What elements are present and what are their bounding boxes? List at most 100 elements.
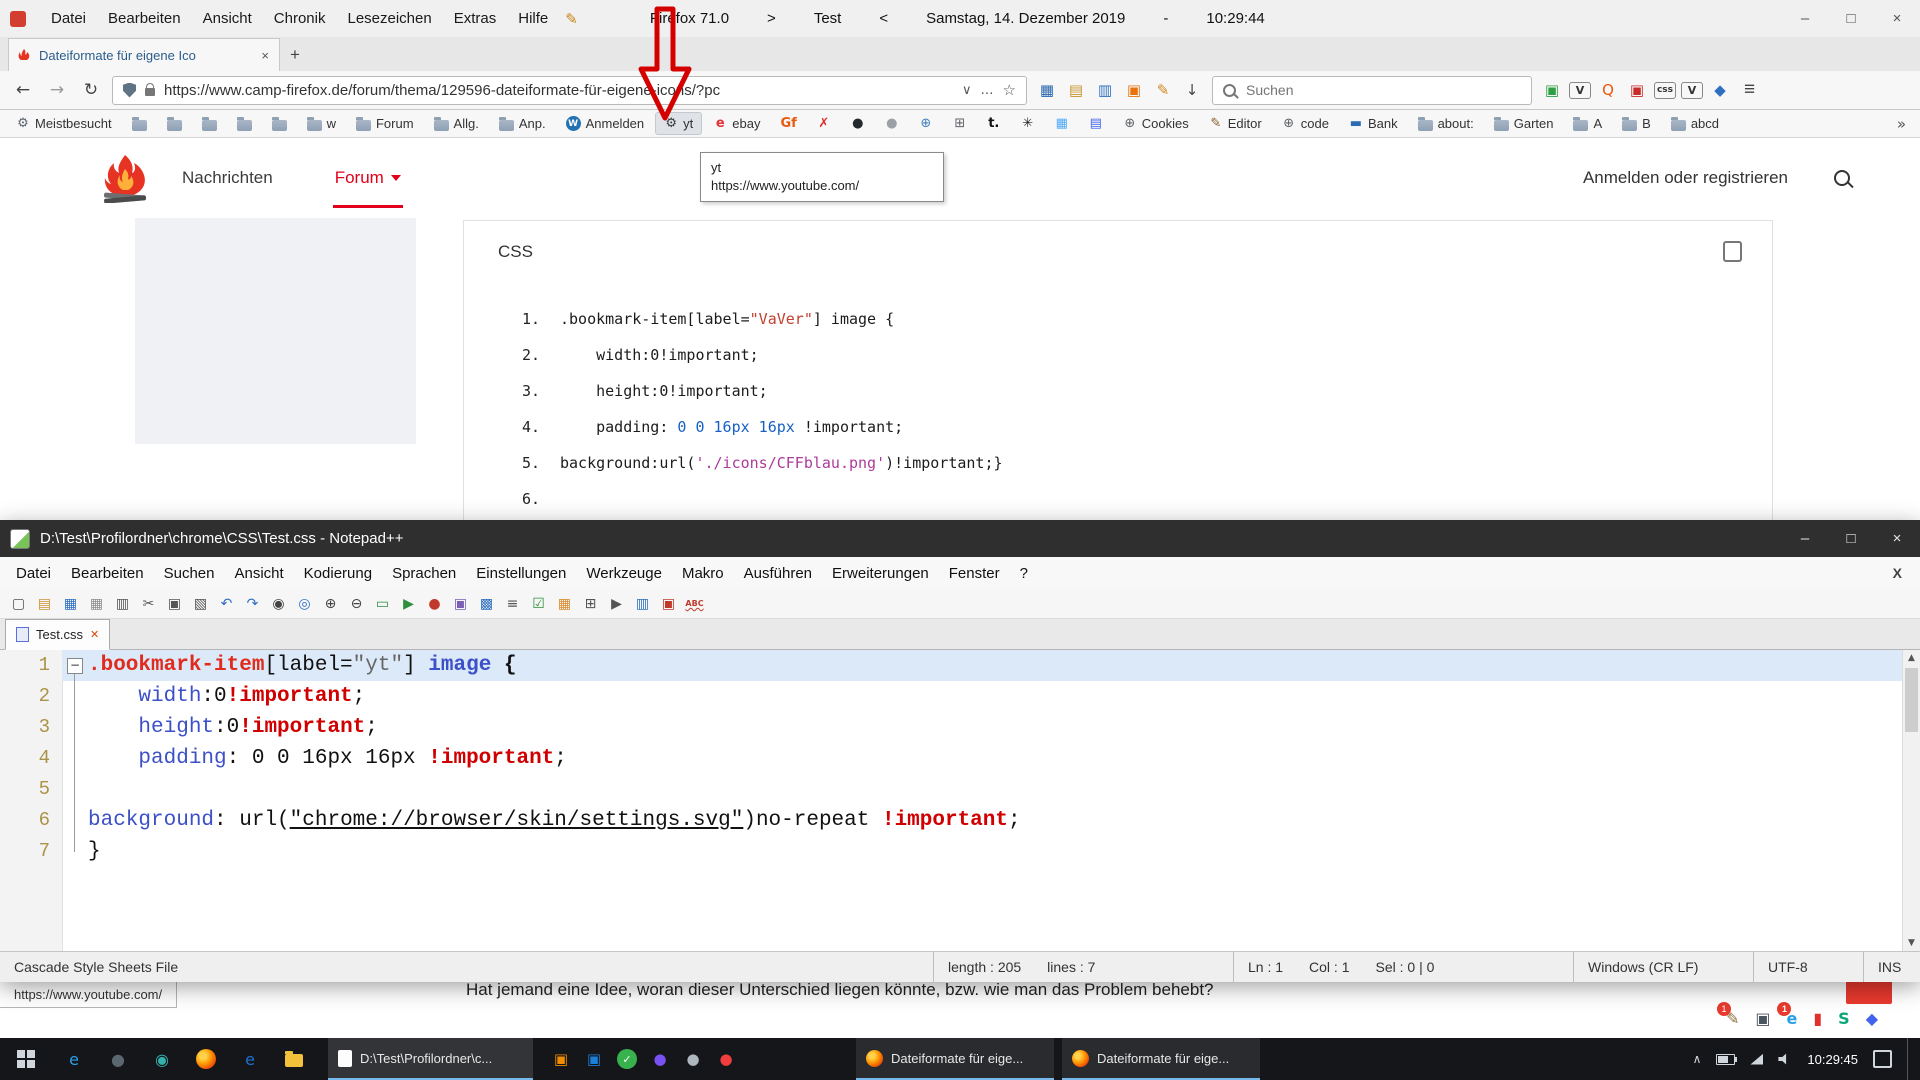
start-button[interactable] bbox=[0, 1038, 52, 1080]
battery-icon[interactable] bbox=[1716, 1054, 1735, 1065]
notepad-menu-item[interactable]: Ansicht bbox=[224, 565, 293, 582]
bookmark-item[interactable]: ✗ bbox=[809, 113, 839, 134]
app-icon[interactable]: ● bbox=[650, 1049, 670, 1069]
toolbar-icon[interactable]: ◉ bbox=[268, 593, 289, 614]
notepad-menu-item[interactable]: Kodierung bbox=[294, 565, 382, 582]
notepad-menu-item[interactable]: ? bbox=[1010, 565, 1038, 582]
taskbar-button-firefox-2[interactable]: Dateiformate für eige... bbox=[1062, 1038, 1260, 1080]
lock-icon[interactable] bbox=[145, 88, 155, 96]
app-icon[interactable]: ● bbox=[683, 1049, 703, 1069]
maximize-button[interactable]: □ bbox=[1828, 0, 1874, 37]
menubar-item[interactable]: Ansicht bbox=[192, 10, 263, 27]
toolbar-icon[interactable]: ▦ bbox=[60, 593, 81, 614]
notepad-titlebar[interactable]: D:\Test\Profilordner\chrome\CSS\Test.css… bbox=[0, 520, 1920, 557]
app-icon[interactable]: ▣ bbox=[551, 1049, 571, 1069]
site-search-icon[interactable] bbox=[1834, 170, 1850, 186]
copy-icon[interactable] bbox=[1723, 241, 1742, 262]
extension-icon[interactable]: V bbox=[1681, 82, 1703, 99]
notepad-menu-item[interactable]: Sprachen bbox=[382, 565, 466, 582]
document-close-icon[interactable]: X bbox=[1893, 565, 1914, 581]
notepad-editor[interactable]: 1−.bookmark-item[label="yt"] image {2 wi… bbox=[0, 650, 1920, 951]
bookmark-item[interactable]: Anp. bbox=[491, 113, 554, 134]
menubar-item[interactable]: Lesezeichen bbox=[336, 10, 442, 27]
toolbar-icon[interactable]: ▣ bbox=[658, 593, 679, 614]
bookmarks-overflow-chevron[interactable]: » bbox=[1897, 115, 1912, 133]
menubar-item[interactable]: Chronik bbox=[263, 10, 337, 27]
bookmark-item[interactable] bbox=[229, 114, 260, 134]
status-encoding[interactable]: UTF-8 bbox=[1754, 952, 1864, 982]
notepad-menu-item[interactable]: Datei bbox=[6, 565, 61, 582]
network-icon[interactable] bbox=[1750, 1054, 1763, 1065]
toolbar-icon[interactable]: ▶ bbox=[606, 593, 627, 614]
bookmark-item[interactable]: ▤ bbox=[1081, 113, 1111, 134]
extension-icon[interactable]: ◆ bbox=[1708, 79, 1732, 101]
bookmark-item[interactable]: ⊕ code bbox=[1274, 113, 1337, 134]
vertical-scrollbar[interactable]: ▲ ▼ bbox=[1902, 650, 1920, 951]
back-button[interactable]: ← bbox=[10, 80, 36, 100]
notification-icon[interactable]: S bbox=[1838, 1008, 1850, 1030]
bookmark-item[interactable]: about: bbox=[1410, 113, 1482, 134]
bookmark-item[interactable]: ✎ Editor bbox=[1201, 113, 1270, 134]
search-bar[interactable] bbox=[1212, 76, 1532, 105]
taskbar-clock[interactable]: 10:29:45 bbox=[1807, 1052, 1858, 1067]
bookmark-item[interactable] bbox=[159, 114, 190, 134]
show-desktop-button[interactable] bbox=[1907, 1038, 1912, 1080]
volume-icon[interactable] bbox=[1778, 1053, 1792, 1065]
notification-icon[interactable]: ▣ bbox=[1755, 1008, 1770, 1030]
new-tab-button[interactable]: + bbox=[280, 38, 310, 71]
tab-close-icon[interactable]: ✕ bbox=[90, 628, 99, 641]
toolbar-icon[interactable]: ● bbox=[424, 593, 445, 614]
notification-icon[interactable]: ▮ bbox=[1813, 1008, 1822, 1030]
bookmark-item[interactable]: Garten bbox=[1486, 113, 1562, 134]
bookmark-item[interactable]: ▬ Bank bbox=[1341, 113, 1406, 134]
bookmark-item[interactable]: ● bbox=[877, 113, 907, 134]
pinned-app-icon[interactable]: e bbox=[52, 1038, 96, 1080]
status-eol[interactable]: Windows (CR LF) bbox=[1574, 952, 1754, 982]
toolbar-icon[interactable]: ▶ bbox=[398, 593, 419, 614]
toolbar-icon[interactable]: ◎ bbox=[294, 593, 315, 614]
toolbar-icon[interactable]: ▥ bbox=[112, 593, 133, 614]
toolbar-icon[interactable]: ⊞ bbox=[580, 593, 601, 614]
forward-button[interactable]: → bbox=[44, 80, 70, 100]
toolbar-icon[interactable]: ▣ bbox=[450, 593, 471, 614]
toolbar-icon[interactable]: ▥ bbox=[632, 593, 653, 614]
notification-icon[interactable]: e 1 bbox=[1786, 1008, 1797, 1030]
bookmark-item[interactable]: Gf bbox=[772, 113, 804, 134]
pinned-app-icon[interactable] bbox=[272, 1038, 316, 1080]
toolbar-icon[interactable]: ▣ bbox=[164, 593, 185, 614]
pinned-app-icon[interactable]: ◉ bbox=[140, 1038, 184, 1080]
toolbar-icon[interactable]: ▢ bbox=[8, 593, 29, 614]
bookmark-item[interactable]: B bbox=[1614, 113, 1659, 134]
page-actions-icon[interactable]: … bbox=[981, 83, 994, 98]
toolbar-icon[interactable]: ☑ bbox=[528, 593, 549, 614]
extension-icon[interactable]: ▤ bbox=[1064, 79, 1088, 101]
app-icon[interactable]: ✓ bbox=[617, 1049, 637, 1069]
pinned-app-icon[interactable]: e bbox=[228, 1038, 272, 1080]
document-tab[interactable]: Test.css ✕ bbox=[5, 619, 110, 650]
pinned-app-icon[interactable] bbox=[184, 1038, 228, 1080]
extension-icon[interactable]: ✎ bbox=[1151, 79, 1175, 101]
bookmark-item[interactable]: abcd bbox=[1663, 113, 1727, 134]
toolbar-icon[interactable]: ▩ bbox=[476, 593, 497, 614]
bookmark-item[interactable]: A bbox=[1565, 113, 1610, 134]
app-icon[interactable]: ● bbox=[716, 1049, 736, 1069]
notepad-menu-item[interactable]: Makro bbox=[672, 565, 734, 582]
notification-icon[interactable]: ◆ bbox=[1866, 1008, 1878, 1030]
pinned-app-icon[interactable]: ● bbox=[96, 1038, 140, 1080]
notepad-menu-item[interactable]: Suchen bbox=[154, 565, 225, 582]
nav-forum[interactable]: Forum bbox=[335, 138, 401, 218]
menubar-item[interactable]: Bearbeiten bbox=[97, 10, 192, 27]
toolbar-icon[interactable]: ▦ bbox=[86, 593, 107, 614]
bookmark-item[interactable]: ⚙ Meistbesucht bbox=[8, 113, 120, 134]
taskbar-button-firefox-1[interactable]: Dateiformate für eige... bbox=[856, 1038, 1054, 1080]
bookmark-item[interactable] bbox=[194, 114, 225, 134]
scrollbar-thumb[interactable] bbox=[1905, 668, 1918, 732]
taskbar-button-notepad[interactable]: D:\Test\Profilordner\c... bbox=[328, 1038, 533, 1080]
bookmark-item[interactable]: t. bbox=[979, 113, 1009, 134]
extension-icon[interactable]: ▣ bbox=[1625, 79, 1649, 101]
url-bar[interactable]: https://www.camp-firefox.de/forum/thema/… bbox=[112, 76, 1027, 105]
browser-tab[interactable]: Dateiformate für eigene Ico × bbox=[8, 38, 280, 71]
bookmark-item[interactable]: w bbox=[299, 113, 344, 134]
extension-icon[interactable]: ▥ bbox=[1093, 79, 1117, 101]
search-input[interactable] bbox=[1244, 81, 1521, 99]
